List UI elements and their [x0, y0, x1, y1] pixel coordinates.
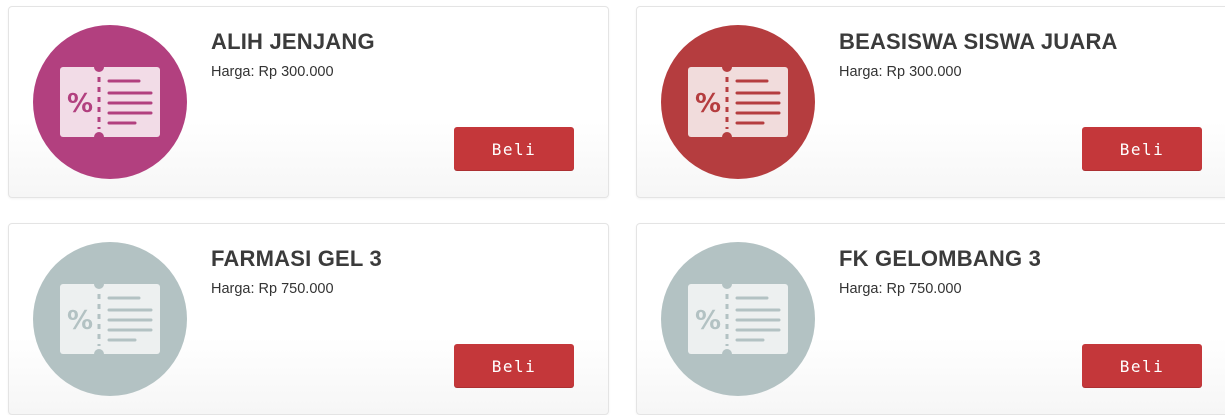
product-title: BEASISWA SISWA JUARA: [839, 29, 1118, 54]
svg-text:%: %: [695, 89, 721, 119]
svg-text:%: %: [67, 306, 93, 336]
product-card: % FK GELOMBANG 3 Harga: Rp 750.000 Beli: [636, 223, 1225, 415]
buy-button[interactable]: Beli: [454, 127, 574, 171]
product-image: %: [33, 242, 187, 396]
product-card: % ALIH JENJANG Harga: Rp 300.000 Beli: [8, 6, 609, 198]
product-price: Harga: Rp 750.000: [839, 281, 962, 297]
svg-text:%: %: [695, 306, 721, 336]
product-title: FARMASI GEL 3: [211, 246, 382, 271]
buy-button[interactable]: Beli: [1082, 344, 1202, 388]
product-title: FK GELOMBANG 3: [839, 246, 1042, 271]
voucher-icon: %: [60, 65, 160, 139]
voucher-icon: %: [60, 282, 160, 356]
product-image: %: [661, 25, 815, 179]
product-price: Harga: Rp 750.000: [211, 281, 334, 297]
product-price: Harga: Rp 300.000: [211, 64, 334, 80]
product-title: ALIH JENJANG: [211, 29, 375, 54]
voucher-icon: %: [688, 282, 788, 356]
product-image: %: [661, 242, 815, 396]
product-price: Harga: Rp 300.000: [839, 64, 962, 80]
product-grid: % ALIH JENJANG Harga: Rp 300.000 Beli %: [0, 0, 1225, 415]
product-image: %: [33, 25, 187, 179]
product-card: % BEASISWA SISWA JUARA Harga: Rp 300.000…: [636, 6, 1225, 198]
buy-button[interactable]: Beli: [1082, 127, 1202, 171]
voucher-icon: %: [688, 65, 788, 139]
product-card: % FARMASI GEL 3 Harga: Rp 750.000 Beli: [8, 223, 609, 415]
buy-button[interactable]: Beli: [454, 344, 574, 388]
svg-text:%: %: [67, 89, 93, 119]
